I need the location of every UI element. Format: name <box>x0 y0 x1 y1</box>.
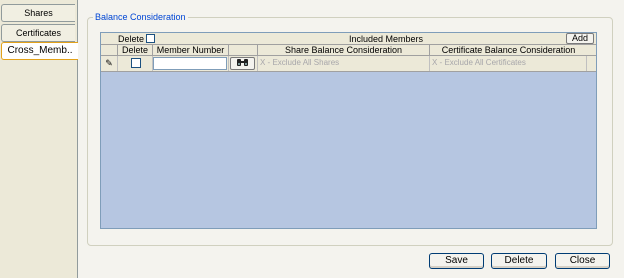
tab-cross-members-label: Cross_Memb.. <box>7 45 73 56</box>
find-member-button[interactable] <box>230 57 255 70</box>
certificate-balance-select[interactable]: X - Exclude All Certificates <box>432 57 526 69</box>
header-share-balance[interactable]: Share Balance Consideration <box>258 45 430 55</box>
tab-shares-label: Shares <box>24 8 53 18</box>
tab-certificates[interactable]: Certificates <box>1 24 75 42</box>
binoculars-icon <box>237 59 248 66</box>
row-member-cell <box>153 56 229 71</box>
tab-shares[interactable]: Shares <box>1 4 75 22</box>
header-find <box>229 45 258 55</box>
add-button[interactable]: Add <box>566 33 594 44</box>
delete-button[interactable]: Delete <box>491 253 547 269</box>
row-certificate-balance-cell: X - Exclude All Certificates <box>430 56 587 71</box>
toolbar-delete-label: Delete <box>118 34 145 44</box>
row-edit-indicator: ✎ <box>101 56 118 71</box>
header-indicator <box>101 45 118 55</box>
tab-cross-members[interactable]: Cross_Memb.. <box>1 42 78 60</box>
included-members-grid: Delete Included Members Add Delete Membe… <box>100 32 597 229</box>
header-member-number[interactable]: Member Number <box>153 45 229 55</box>
table-row[interactable]: ✎ X - Exclude All Shares X - Exclude All… <box>101 56 596 72</box>
share-balance-select[interactable]: X - Exclude All Shares <box>260 57 339 69</box>
member-number-input[interactable] <box>153 57 227 70</box>
group-title: Balance Consideration <box>93 12 188 23</box>
save-button[interactable]: Save <box>429 253 484 269</box>
tab-certificates-label: Certificates <box>15 28 61 38</box>
row-delete-cell <box>118 56 153 71</box>
left-tab-strip: Shares Certificates Cross_Memb.. <box>0 0 78 278</box>
row-find-cell <box>229 56 258 71</box>
grid-header: Delete Member Number Share Balance Consi… <box>101 45 596 56</box>
delete-all-checkbox[interactable] <box>146 34 155 43</box>
row-delete-checkbox[interactable] <box>131 58 141 68</box>
header-delete[interactable]: Delete <box>118 45 153 55</box>
close-button[interactable]: Close <box>555 253 610 269</box>
header-certificate-balance[interactable]: Certificate Balance Consideration <box>430 45 587 55</box>
grid-title: Included Members <box>348 34 424 44</box>
row-share-balance-cell: X - Exclude All Shares <box>258 56 430 71</box>
grid-toolbar: Delete Included Members Add <box>101 33 596 45</box>
